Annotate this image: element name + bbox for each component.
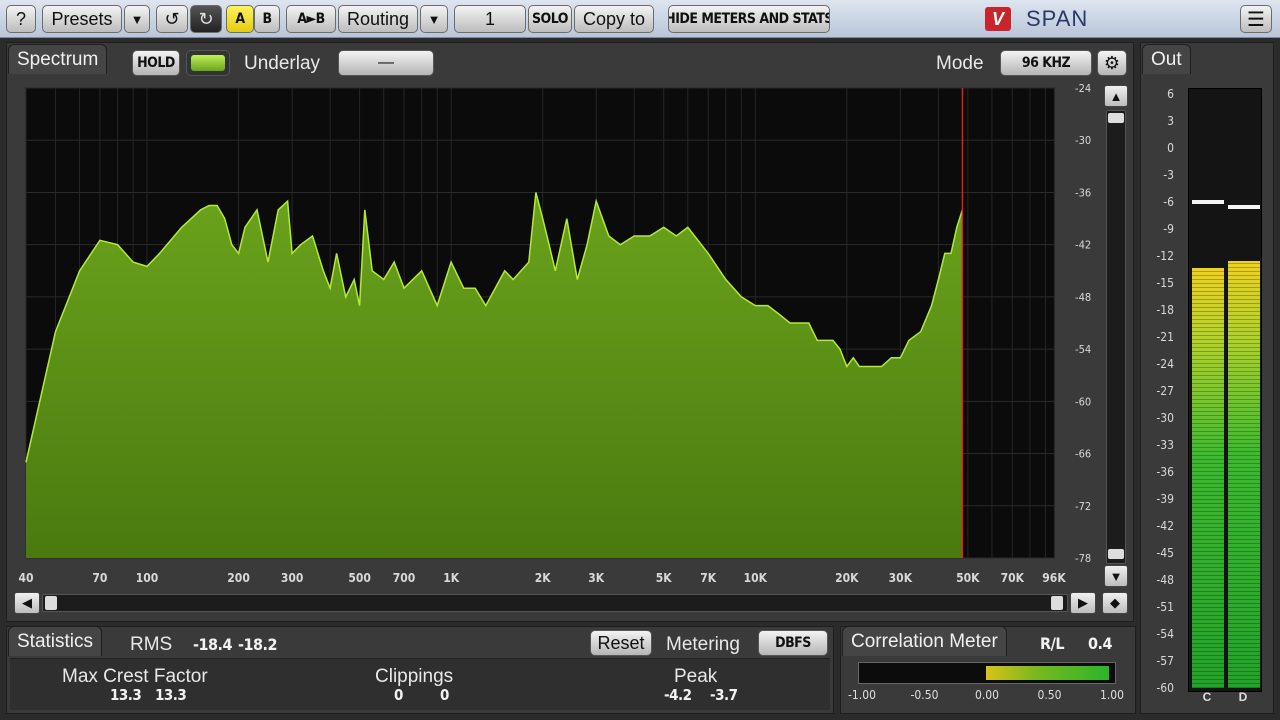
horizontal-scrollbar[interactable] (42, 594, 1068, 612)
reset-button[interactable]: Reset (590, 630, 652, 656)
y-tick-label: -48 (1075, 291, 1091, 304)
x-tick-label: 50K (956, 571, 980, 585)
x-tick-label: 1K (443, 571, 460, 585)
rms-right-value: -18.2 (238, 635, 278, 654)
out-tick-label: -36 (1156, 465, 1174, 479)
x-tick-label: 30K (889, 571, 913, 585)
out-tick-label: -21 (1156, 330, 1174, 344)
out-tick-label: -30 (1156, 411, 1174, 425)
out-tick-label: -9 (1163, 222, 1174, 236)
y-tick-label: -42 (1075, 239, 1091, 252)
y-tick-label: -78 (1075, 552, 1091, 565)
x-tick-label: 2K (535, 571, 552, 585)
y-tick-label: -66 (1075, 448, 1091, 461)
x-tick-label: 40 (18, 571, 33, 585)
x-tick-label: 100 (136, 571, 159, 585)
correlation-tick-label: -0.50 (910, 688, 939, 702)
out-tick-label: -33 (1156, 438, 1174, 452)
x-tick-label: 300 (281, 571, 304, 585)
out-peak-marker-c (1192, 200, 1224, 204)
y-tick-label: -60 (1075, 395, 1091, 408)
y-tick-label: -30 (1075, 134, 1091, 147)
rms-label: RMS (130, 634, 173, 655)
clippings-right-value: 0 (440, 686, 449, 704)
vertical-scrollbar[interactable] (1106, 110, 1126, 564)
x-tick-label: 500 (348, 571, 371, 585)
crest-factor-label: Max Crest Factor (62, 666, 208, 687)
x-tick-label: 96K (1042, 571, 1066, 585)
out-tick-label: -57 (1156, 654, 1174, 668)
out-tick-label: -42 (1156, 519, 1174, 533)
out-channel-c-label: C (1202, 690, 1212, 704)
spectrum-x-axis: 40 70 100 200 300 500 700 1K 2K 3K 5K 7K 10K 20K 30K 50… (18, 571, 1066, 585)
out-tick-label: -48 (1156, 573, 1174, 587)
metering-label: Metering (666, 634, 740, 655)
scroll-up-icon[interactable]: ▲ (1104, 85, 1128, 107)
out-tick-label: -27 (1156, 384, 1174, 398)
zoom-reset-icon[interactable]: ◆ (1102, 592, 1128, 614)
scroll-right-icon[interactable]: ▶ (1070, 592, 1096, 614)
x-tick-label: 200 (227, 571, 250, 585)
y-tick-label: -72 (1075, 500, 1091, 513)
out-tick-label: -18 (1156, 303, 1174, 317)
y-tick-label: -36 (1075, 186, 1091, 199)
out-tick-label: 3 (1167, 114, 1174, 128)
out-tick-label: -15 (1156, 276, 1174, 290)
peak-right-value: -3.7 (710, 686, 738, 704)
x-tick-label: 10K (744, 571, 768, 585)
out-channel-d-label: D (1238, 690, 1248, 704)
crest-factor-left-value: 13.3 (110, 686, 142, 704)
out-tick-label: -54 (1156, 627, 1174, 641)
horizontal-scroll-thumb-right[interactable] (1051, 596, 1063, 610)
y-tick-label: -24 (1075, 82, 1091, 95)
out-level-bar-d (1228, 261, 1260, 688)
spectrum-y-axis: -24 -30 -36 -42 -48 -54 -60 -66 -72 -78 (1075, 82, 1091, 565)
scroll-left-icon[interactable]: ◀ (14, 592, 40, 614)
out-tick-label: -24 (1156, 357, 1174, 371)
out-tick-label: -3 (1163, 168, 1174, 182)
peak-label: Peak (674, 666, 718, 687)
correlation-tick-label: 0.50 (1037, 688, 1062, 702)
out-tick-label: -60 (1156, 681, 1174, 695)
out-tab[interactable]: Out (1142, 44, 1191, 74)
x-tick-label: 5K (656, 571, 673, 585)
y-tick-label: -54 (1075, 343, 1091, 356)
correlation-mode[interactable]: R/L (1040, 634, 1065, 653)
clippings-label: Clippings (375, 666, 454, 687)
out-level-bar-c (1192, 267, 1224, 688)
out-tick-label: -51 (1156, 600, 1174, 614)
correlation-tick-label: 0.00 (974, 688, 1000, 702)
metering-select[interactable]: DBFS (758, 630, 828, 656)
correlation-value: 0.4 (1088, 634, 1113, 653)
peak-left-value: -4.2 (664, 686, 692, 704)
x-tick-label: 700 (393, 571, 416, 585)
out-tick-label: -12 (1156, 249, 1174, 263)
out-tick-label: -39 (1156, 492, 1174, 506)
x-tick-label: 20K (835, 571, 859, 585)
correlation-tick-label: -1.00 (848, 688, 876, 702)
statistics-tab[interactable]: Statistics (8, 626, 103, 656)
x-tick-label: 7K (700, 571, 717, 585)
out-tick-label: 6 (1167, 87, 1174, 101)
out-peak-marker-d (1228, 205, 1260, 210)
x-tick-label: 3K (588, 571, 605, 585)
rms-left-value: -18.4 (193, 635, 233, 654)
vertical-scroll-thumb-top[interactable] (1108, 113, 1124, 123)
out-tick-label: -6 (1163, 195, 1174, 209)
x-tick-label: 70K (1001, 571, 1025, 585)
clippings-left-value: 0 (394, 686, 403, 704)
out-tick-label: 0 (1167, 141, 1174, 155)
vertical-scroll-thumb-bottom[interactable] (1108, 549, 1124, 559)
correlation-bar (858, 662, 1116, 684)
correlation-tick-label: 1.00 (1099, 688, 1125, 702)
horizontal-scroll-thumb-left[interactable] (45, 596, 57, 610)
correlation-range-fill (986, 666, 1109, 680)
correlation-tab[interactable]: Correlation Meter (842, 626, 1007, 656)
out-tick-label: -45 (1156, 546, 1174, 560)
x-tick-label: 70 (92, 571, 107, 585)
scroll-down-icon[interactable]: ▼ (1104, 565, 1128, 587)
crest-factor-right-value: 13.3 (155, 686, 187, 704)
